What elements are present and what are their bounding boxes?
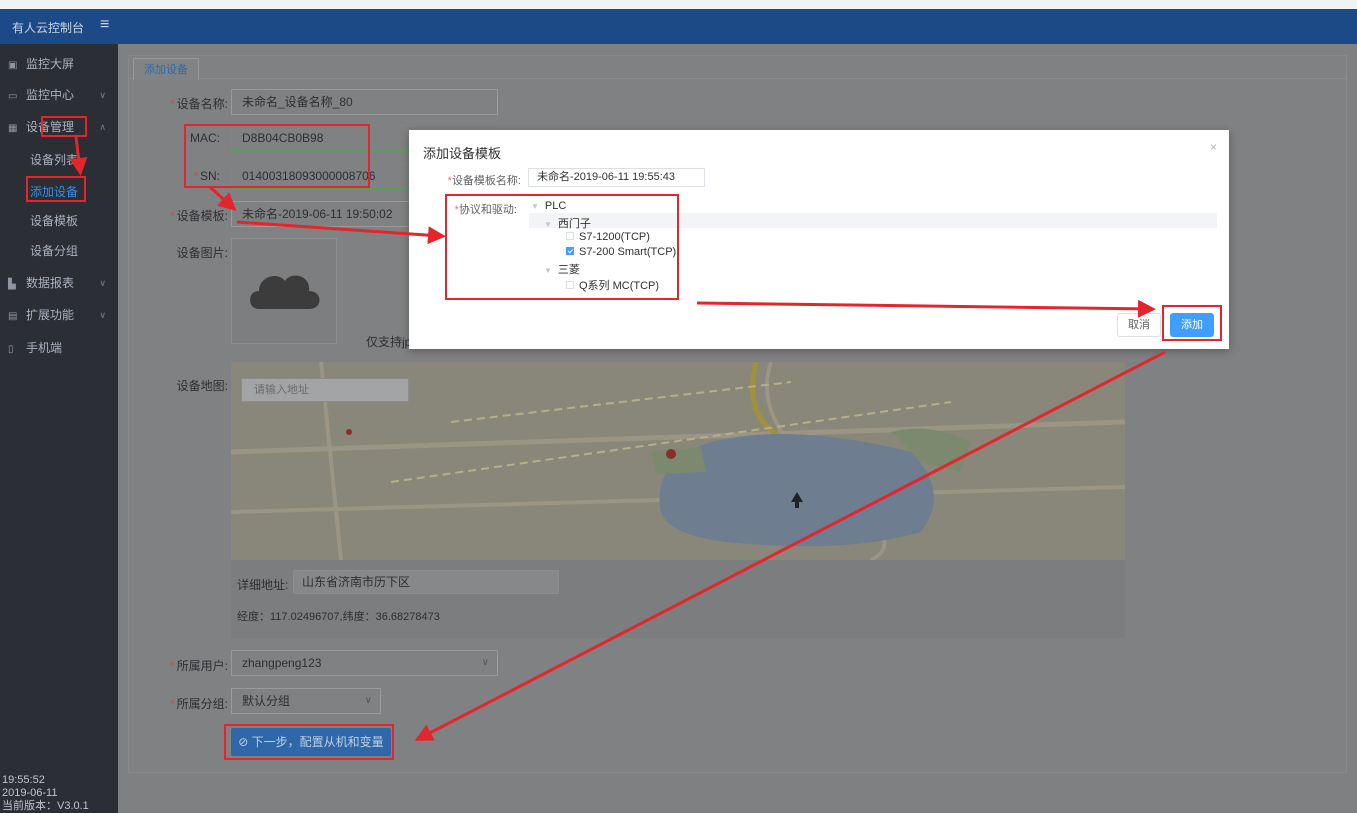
chevron-down-icon: ∨: [99, 278, 106, 288]
sidebar-item-label: 手机端: [26, 341, 63, 355]
detail-address-input[interactable]: 山东省济南市历下区: [293, 570, 559, 594]
annotation-box-add-button: [1162, 305, 1222, 341]
annotation-box-next-button: [224, 724, 394, 760]
sidebar-item-data-report[interactable]: ▙ 数据报表 ∨: [0, 268, 118, 298]
device-name-label: * 设备名称:: [169, 97, 228, 111]
menu-toggle-icon[interactable]: ≡: [100, 16, 109, 34]
monitor-icon: ▣: [8, 60, 18, 71]
image-label: 设备图片:: [176, 246, 228, 260]
group-select[interactable]: 默认分组 ∨: [231, 688, 381, 714]
device-map[interactable]: 请输入地址: [231, 362, 1125, 560]
clock-date: 2019-06-11: [2, 787, 58, 799]
coordinates-text: 经度：117.02496707,纬度：36.68278473: [237, 611, 440, 623]
tab-bar: [128, 55, 1347, 79]
annotation-box-protocol-tree: [445, 194, 679, 300]
sidebar-item-monitor-screen[interactable]: ▣ 监控大屏: [0, 49, 118, 79]
close-icon[interactable]: ×: [1210, 140, 1217, 154]
template-name-input[interactable]: 未命名-2019-06-11 19:55:43: [528, 168, 705, 187]
template-name-label: *设备模板名称:: [447, 175, 521, 187]
chevron-down-icon: ∨: [99, 310, 106, 320]
device-name-input[interactable]: 未命名_设备名称_80: [231, 89, 498, 115]
sidebar-subitem-device-template[interactable]: 设备模板: [0, 207, 118, 235]
map-label: 设备地图:: [176, 379, 228, 393]
annotation-box-add-device: [26, 176, 86, 202]
chevron-down-icon: ∨: [481, 657, 489, 668]
sidebar: ▣ 监控大屏 ▭ 监控中心 ∨ ▦ 设备管理 ∧ 设备列表 添加设备 设备模板 设备分组 …: [0, 44, 118, 813]
sidebar-item-extensions[interactable]: ▤ 扩展功能 ∨: [0, 300, 118, 330]
owner-select[interactable]: zhangpeng123 ∨: [231, 650, 498, 676]
owner-label: * 所属用户:: [169, 659, 228, 673]
image-uploader[interactable]: [231, 238, 337, 344]
sidebar-item-label: 监控大屏: [26, 57, 75, 71]
tab-add-device[interactable]: 添加设备: [133, 58, 199, 80]
mobile-icon: ▯: [8, 344, 14, 355]
cancel-button[interactable]: 取消: [1117, 313, 1161, 337]
template-select[interactable]: 未命名-2019-06-11 19:50:02: [231, 201, 411, 227]
annotation-box-device-management: [41, 116, 87, 137]
chevron-down-icon: ∨: [99, 90, 106, 100]
chart-icon: ▙: [8, 279, 16, 290]
chevron-up-icon: ∧: [99, 122, 106, 132]
map-search-input[interactable]: 请输入地址: [241, 378, 409, 402]
sidebar-footer: 19:55:52 2019-06-11 当前版本：V3.0.1: [0, 774, 118, 813]
sidebar-item-label: 扩展功能: [26, 308, 75, 322]
top-bar: 有人云控制台 ≡: [0, 9, 1357, 44]
group-select-value: 默认分组: [242, 694, 291, 708]
display-icon: ▭: [8, 91, 18, 102]
sidebar-item-label: 监控中心: [26, 88, 75, 102]
annotation-box-mac-sn: [184, 124, 370, 188]
dialog-title: 添加设备模板: [423, 146, 502, 161]
detail-address-label: 详细地址:: [237, 578, 289, 592]
cloud-upload-icon: [250, 275, 320, 309]
sidebar-subitem-device-group[interactable]: 设备分组: [0, 237, 118, 265]
sidebar-item-mobile[interactable]: ▯ 手机端: [0, 333, 118, 363]
grid-icon: ▦: [8, 123, 18, 134]
sidebar-item-monitor-center[interactable]: ▭ 监控中心 ∨: [0, 80, 118, 110]
template-label: * 设备模板:: [169, 209, 228, 223]
sidebar-subitem-device-list[interactable]: 设备列表: [0, 146, 118, 174]
extension-icon: ▤: [8, 311, 18, 322]
app-title: 有人云控制台: [12, 21, 85, 35]
version-text: 当前版本：V3.0.1: [2, 800, 89, 812]
clock-time: 19:55:52: [2, 774, 45, 786]
address-detail-panel: 详细地址: 山东省济南市历下区 经度：117.02496707,纬度：36.68…: [231, 560, 1125, 638]
sidebar-item-label: 数据报表: [26, 276, 75, 290]
group-label: * 所属分组:: [169, 697, 228, 711]
owner-select-value: zhangpeng123: [242, 656, 322, 670]
chevron-down-icon: ∨: [364, 695, 372, 706]
